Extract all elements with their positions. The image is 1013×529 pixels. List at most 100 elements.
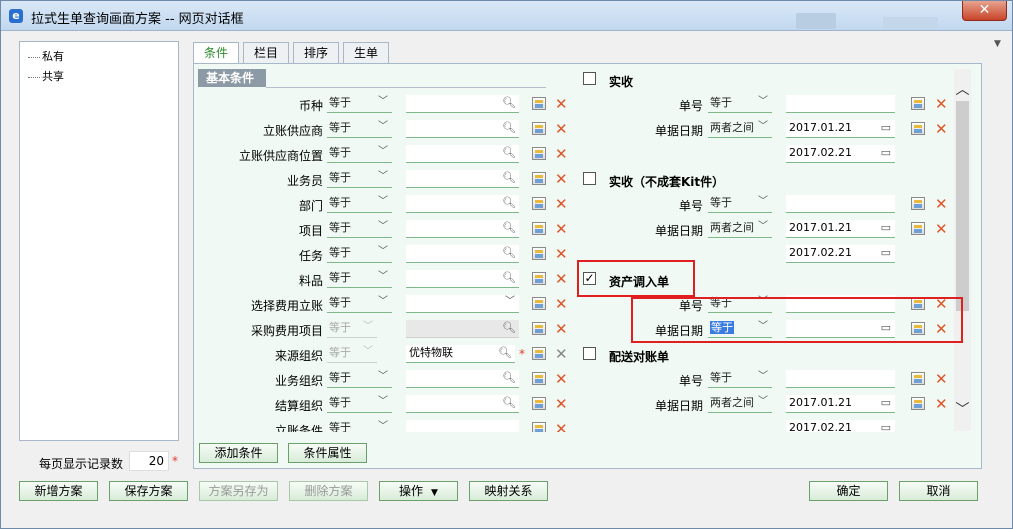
reference-picker-icon[interactable] xyxy=(911,197,925,210)
conditions-scrollbar[interactable]: ︿ ﹀ xyxy=(954,69,971,431)
tab-conditions[interactable]: 条件 xyxy=(193,42,239,64)
date-from-input[interactable]: 2017.01.21 ▭ xyxy=(786,220,895,238)
condition-value-input[interactable]: 🔍︎ xyxy=(406,145,519,163)
search-icon[interactable]: 🔍︎ xyxy=(502,120,516,136)
delete-x-icon[interactable]: ✕ xyxy=(555,397,568,412)
reference-picker-icon[interactable] xyxy=(532,372,546,385)
delete-x-icon[interactable]: ✕ xyxy=(555,147,568,162)
menu-dropdown-icon[interactable]: ▼ xyxy=(994,39,1001,49)
search-icon[interactable]: 🔍︎ xyxy=(502,245,516,261)
delete-x-icon[interactable]: ✕ xyxy=(935,122,948,137)
date-from-input[interactable]: 2017.01.21 ▭ xyxy=(786,120,895,138)
operator-select[interactable]: 等于 ﹀ xyxy=(327,120,392,138)
condition-value-input[interactable]: 🔍︎ xyxy=(406,270,519,288)
operator-select[interactable]: 等于 ﹀ xyxy=(327,170,392,188)
close-button[interactable]: ✕ xyxy=(962,1,1007,21)
delete-x-icon[interactable]: ✕ xyxy=(555,297,568,312)
condition-value-input[interactable]: 🔍︎ xyxy=(406,195,519,213)
scheme-tree[interactable]: 私有 共享 xyxy=(19,41,179,441)
reference-picker-icon[interactable] xyxy=(532,247,546,260)
reference-picker-icon[interactable] xyxy=(911,122,925,135)
group-checkbox[interactable] xyxy=(583,72,596,85)
tree-node-private[interactable]: 私有 xyxy=(28,48,64,64)
search-icon[interactable]: 🔍︎ xyxy=(498,345,512,361)
operator-select[interactable]: 等于 ﹀ xyxy=(327,95,392,113)
delete-x-icon[interactable]: ✕ xyxy=(935,197,948,212)
operator-select[interactable]: 等于 ﹀ xyxy=(327,370,392,388)
group-checkbox[interactable] xyxy=(583,347,596,360)
calendar-icon[interactable]: ▭ xyxy=(881,220,891,236)
reference-picker-icon[interactable] xyxy=(532,422,546,432)
delete-x-icon[interactable]: ✕ xyxy=(935,222,948,237)
operator-select[interactable]: 两者之间 ﹀ xyxy=(708,395,772,413)
condition-value-input[interactable]: 🔍︎ xyxy=(406,370,519,388)
tab-generate[interactable]: 生单 xyxy=(343,42,389,63)
search-icon[interactable]: 🔍︎ xyxy=(502,220,516,236)
date-to-input[interactable]: 2017.02.21 ▭ xyxy=(786,420,895,432)
reference-picker-icon[interactable] xyxy=(532,297,546,310)
group-checkbox[interactable] xyxy=(583,172,596,185)
search-icon[interactable]: 🔍︎ xyxy=(502,145,516,161)
operator-select[interactable]: 等于 ﹀ xyxy=(327,145,392,163)
date-to-input[interactable]: 2017.02.21 ▭ xyxy=(786,245,895,263)
reference-picker-icon[interactable] xyxy=(532,397,546,410)
delete-x-icon[interactable]: ✕ xyxy=(935,97,948,112)
tab-columns[interactable]: 栏目 xyxy=(243,42,289,63)
operator-select[interactable]: 等于 ﹀ xyxy=(327,395,392,413)
date-to-input[interactable]: 2017.02.21 ▭ xyxy=(786,145,895,163)
delete-x-icon[interactable]: ✕ xyxy=(555,97,568,112)
search-icon[interactable]: 🔍︎ xyxy=(502,370,516,386)
tree-node-shared[interactable]: 共享 xyxy=(28,68,64,84)
delete-x-icon[interactable]: ✕ xyxy=(555,247,568,262)
delete-x-icon[interactable]: ✕ xyxy=(935,397,948,412)
condition-value-input[interactable] xyxy=(406,420,519,432)
operator-select[interactable]: 等于 ﹀ xyxy=(327,270,392,288)
delete-x-icon[interactable]: ✕ xyxy=(555,172,568,187)
calendar-icon[interactable]: ▭ xyxy=(881,120,891,136)
operator-select[interactable]: 等于 ﹀ xyxy=(327,220,392,238)
condition-value-input[interactable]: 🔍︎ xyxy=(406,95,519,113)
delete-x-icon[interactable]: ✕ xyxy=(555,122,568,137)
reference-picker-icon[interactable] xyxy=(532,197,546,210)
condition-value-select[interactable]: ﹀ xyxy=(406,295,519,313)
delete-x-icon[interactable]: ✕ xyxy=(555,422,568,433)
calendar-icon[interactable]: ▭ xyxy=(881,245,891,261)
doc-no-input[interactable] xyxy=(786,195,895,213)
condition-value-input[interactable]: 🔍︎ xyxy=(406,170,519,188)
calendar-icon[interactable]: ▭ xyxy=(881,395,891,411)
delete-x-icon[interactable]: ✕ xyxy=(555,372,568,387)
reference-picker-icon[interactable] xyxy=(532,147,546,160)
operator-select[interactable]: 等于 ﹀ xyxy=(327,295,392,313)
reference-picker-icon[interactable] xyxy=(911,372,925,385)
delete-x-icon[interactable]: ✕ xyxy=(555,222,568,237)
mapping-button[interactable]: 映射关系 xyxy=(469,481,548,501)
condition-value-input[interactable]: 🔍︎ xyxy=(406,220,519,238)
search-icon[interactable]: 🔍︎ xyxy=(502,270,516,286)
operator-select[interactable]: 等于 ﹀ xyxy=(708,195,772,213)
condition-value-input[interactable]: 🔍︎ xyxy=(406,395,519,413)
condition-value-input[interactable]: 🔍︎ xyxy=(406,120,519,138)
reference-picker-icon[interactable] xyxy=(532,122,546,135)
scroll-up-icon[interactable]: ︿ xyxy=(954,79,971,99)
reference-picker-icon[interactable] xyxy=(532,322,546,335)
delete-x-icon[interactable]: ✕ xyxy=(555,272,568,287)
cancel-button[interactable]: 取消 xyxy=(899,481,978,501)
delete-x-icon[interactable]: ✕ xyxy=(555,322,568,337)
reference-picker-icon[interactable] xyxy=(911,222,925,235)
condition-value-input[interactable]: 🔍︎ xyxy=(406,245,519,263)
search-icon[interactable]: 🔍︎ xyxy=(502,170,516,186)
operator-select[interactable]: 等于 ﹀ xyxy=(327,245,392,263)
calendar-icon[interactable]: ▭ xyxy=(881,420,891,432)
scroll-thumb[interactable] xyxy=(956,101,969,311)
reference-picker-icon[interactable] xyxy=(532,347,546,360)
scroll-down-icon[interactable]: ﹀ xyxy=(954,399,971,419)
records-per-page-input[interactable]: 20 xyxy=(129,451,169,471)
tab-sort[interactable]: 排序 xyxy=(293,42,339,63)
doc-no-input[interactable] xyxy=(786,95,895,113)
condition-properties-button[interactable]: 条件属性 xyxy=(288,443,367,463)
delete-x-icon[interactable]: ✕ xyxy=(555,197,568,212)
reference-picker-icon[interactable] xyxy=(911,397,925,410)
source-org-input[interactable]: 优特物联 🔍︎ xyxy=(406,345,515,363)
operator-select[interactable]: 等于 ﹀ xyxy=(708,95,772,113)
add-condition-button[interactable]: 添加条件 xyxy=(199,443,278,463)
